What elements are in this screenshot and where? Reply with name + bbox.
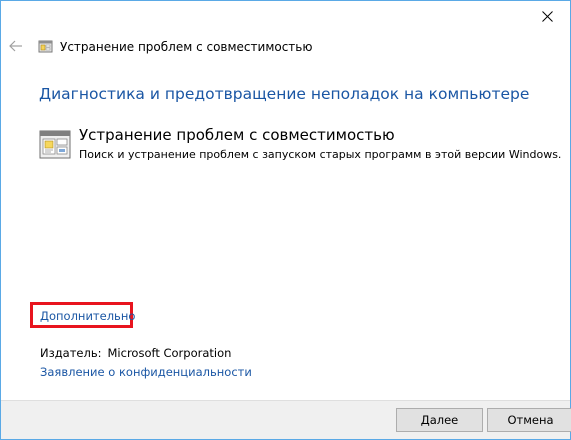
publisher-value: Microsoft Corporation xyxy=(107,346,232,360)
task-description: Поиск и устранение проблем с запуском ст… xyxy=(79,148,562,161)
compatibility-icon xyxy=(38,40,53,53)
next-button[interactable]: Далее xyxy=(396,408,483,432)
troubleshooter-window: Устранение проблем с совместимостью Диаг… xyxy=(0,0,571,440)
publisher-info: Издатель: Microsoft Corporation xyxy=(40,346,231,360)
window-title: Устранение проблем с совместимостью xyxy=(60,40,313,54)
compatibility-troubleshooter-icon xyxy=(39,130,71,159)
page-heading: Диагностика и предотвращение неполадок н… xyxy=(39,85,530,103)
back-arrow-icon xyxy=(9,40,22,52)
task-title: Устранение проблем с совместимостью xyxy=(79,126,395,144)
cancel-button[interactable]: Отмена xyxy=(487,408,571,432)
back-button[interactable] xyxy=(5,35,27,57)
task-compatibility[interactable]: Устранение проблем с совместимостью Поис… xyxy=(39,126,562,170)
privacy-statement-link[interactable]: Заявление о конфиденциальности xyxy=(40,365,252,379)
footer-bar: Далее Отмена xyxy=(1,400,571,439)
close-icon xyxy=(541,11,553,22)
advanced-link[interactable]: Дополнительно xyxy=(40,309,135,323)
title-bar: Устранение проблем с совместимостью xyxy=(38,38,312,56)
close-button[interactable] xyxy=(524,1,570,32)
publisher-label: Издатель: xyxy=(40,346,102,360)
